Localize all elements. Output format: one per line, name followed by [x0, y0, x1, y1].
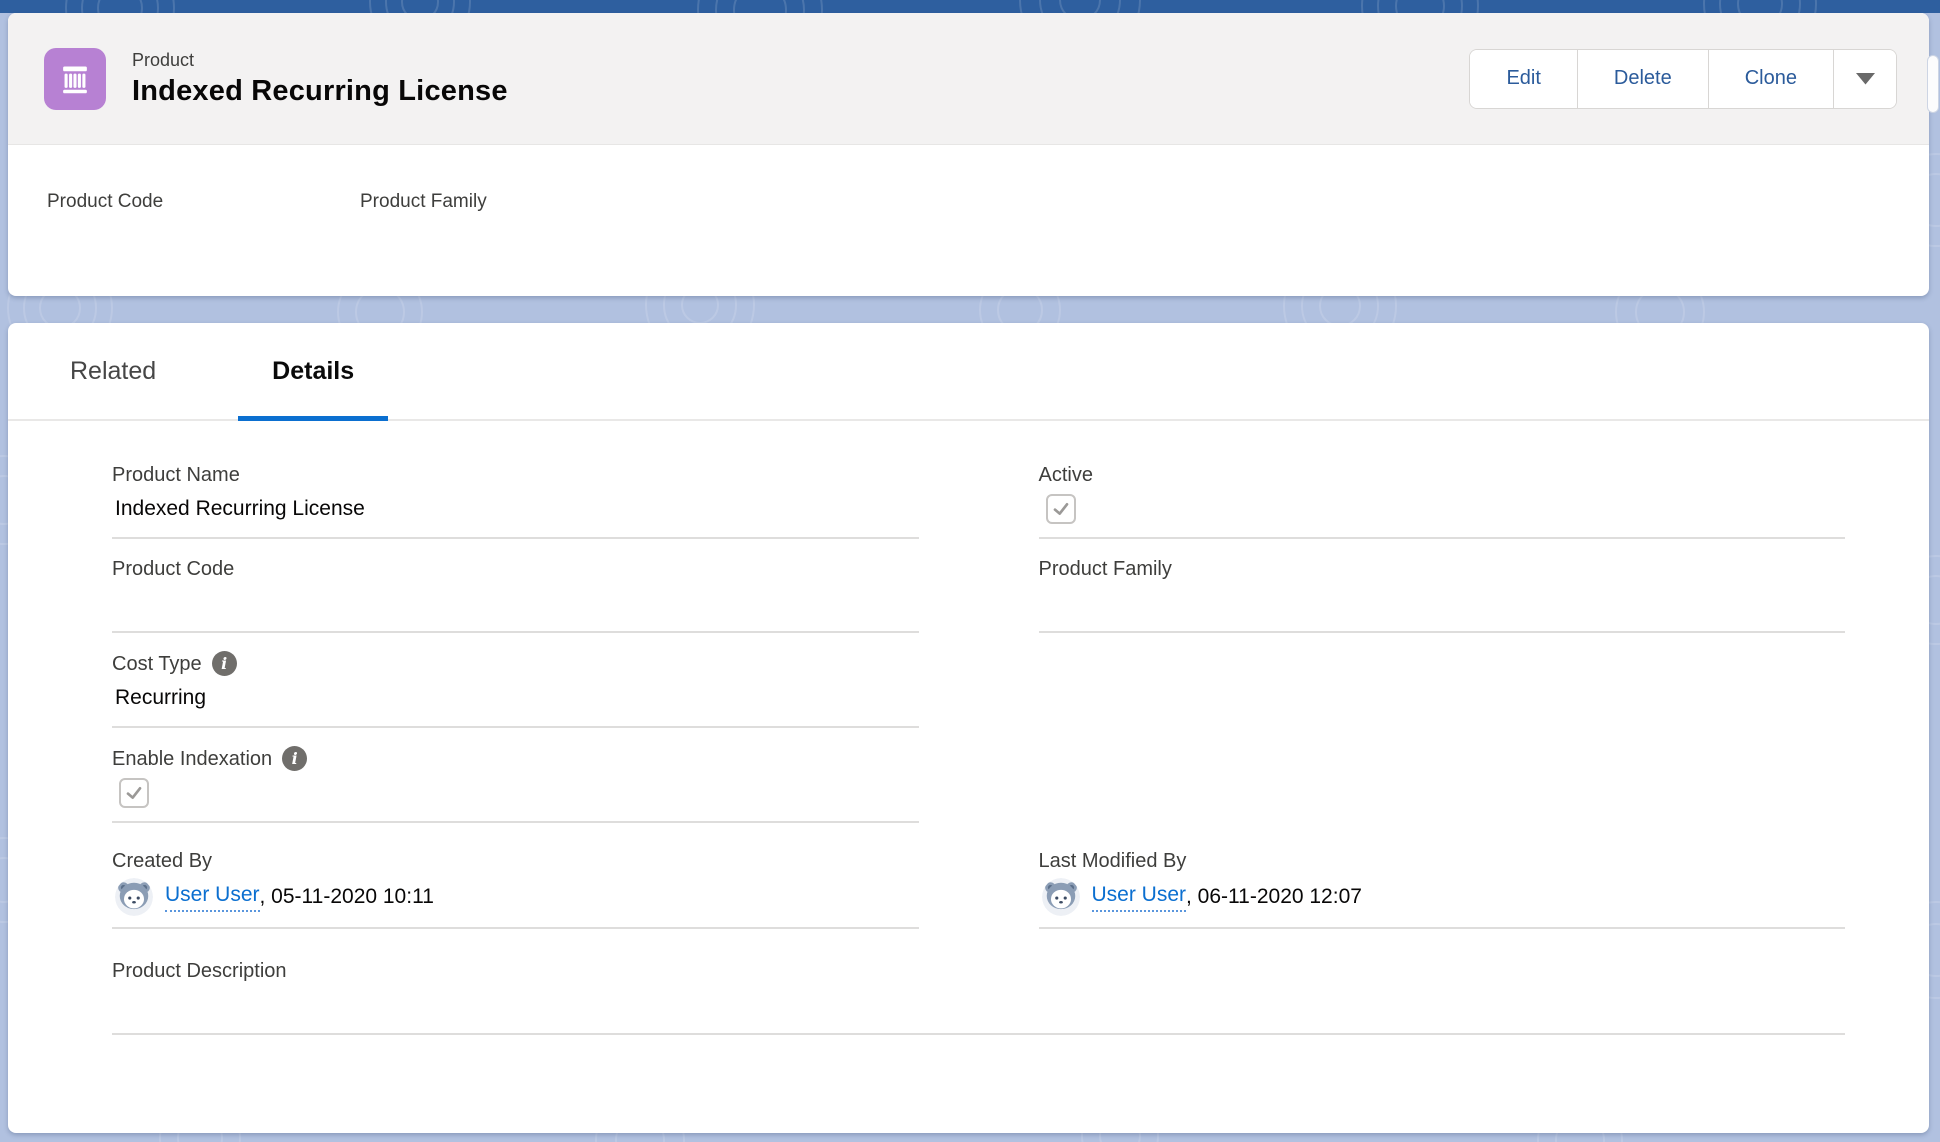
- field-label: Last Modified By: [1039, 849, 1846, 873]
- entity-label: Product: [132, 49, 508, 71]
- created-datetime: , 05-11-2020 10:11: [260, 885, 434, 909]
- field-label: Enable Indexation i: [112, 746, 919, 771]
- clone-button[interactable]: Clone: [1709, 50, 1834, 108]
- tab-details[interactable]: Details: [238, 323, 388, 419]
- tab-bar: Related Details: [8, 323, 1929, 421]
- field-product-description: Product Description: [8, 929, 1929, 1035]
- details-right-column: Active Product Family Last Modified By: [1039, 445, 1846, 929]
- field-value: [112, 581, 919, 633]
- user-avatar[interactable]: [1042, 878, 1080, 916]
- details-panel: Product Name Indexed Recurring License P…: [8, 421, 1929, 929]
- field-value: User User, 05-11-2020 10:11: [112, 873, 919, 929]
- field-value: [112, 771, 919, 823]
- delete-button[interactable]: Delete: [1578, 50, 1709, 108]
- info-icon[interactable]: i: [212, 651, 237, 676]
- field-enable-indexation: Enable Indexation i: [112, 746, 919, 823]
- info-icon[interactable]: i: [282, 746, 307, 771]
- action-button-group: Edit Delete Clone: [1469, 49, 1897, 109]
- edit-button[interactable]: Edit: [1470, 50, 1577, 108]
- field-label: Product Code: [112, 557, 919, 581]
- product-entity-icon: [44, 48, 106, 110]
- more-actions-button[interactable]: [1834, 50, 1896, 108]
- field-label: Active: [1039, 463, 1846, 487]
- field-label: Product Family: [360, 191, 673, 213]
- field-value: Recurring: [112, 676, 919, 728]
- field-label: Product Family: [1039, 557, 1846, 581]
- page-title: Indexed Recurring License: [132, 75, 508, 108]
- record-page: Product Indexed Recurring License Edit D…: [8, 13, 1929, 1133]
- field-label: Created By: [112, 849, 919, 873]
- record-detail-card: Related Details Product Name Indexed Rec…: [8, 323, 1929, 1133]
- field-created-by: Created By: [112, 849, 919, 929]
- checkbox-checked-icon: [1046, 494, 1076, 524]
- tab-related[interactable]: Related: [36, 323, 190, 419]
- product-crate-icon: [56, 60, 94, 98]
- details-left-column: Product Name Indexed Recurring License P…: [112, 445, 919, 929]
- chevron-down-icon: [1856, 73, 1875, 85]
- field-label: Product Description: [112, 959, 1845, 983]
- record-header-card: Product Indexed Recurring License Edit D…: [8, 13, 1929, 296]
- field-value: Indexed Recurring License: [112, 487, 919, 539]
- field-label: Product Name: [112, 463, 919, 487]
- field-product-code: Product Code: [112, 557, 919, 633]
- checkbox-checked-icon: [119, 778, 149, 808]
- field-label-text: Cost Type: [112, 652, 202, 676]
- record-header-top: Product Indexed Recurring License Edit D…: [8, 13, 1929, 145]
- last-modified-datetime: , 06-11-2020 12:07: [1186, 885, 1362, 909]
- last-modified-by-user-link[interactable]: User User: [1092, 883, 1187, 912]
- highlight-field-product-family: Product Family: [360, 191, 673, 213]
- field-label-text: Enable Indexation: [112, 747, 272, 771]
- field-label: Product Code: [47, 191, 360, 213]
- field-cost-type: Cost Type i Recurring: [112, 651, 919, 728]
- field-product-name: Product Name Indexed Recurring License: [112, 463, 919, 539]
- entity-text: Product Indexed Recurring License: [132, 49, 508, 108]
- highlight-field-product-code: Product Code: [47, 191, 360, 213]
- field-product-family: Product Family: [1039, 557, 1846, 633]
- field-value: [1039, 487, 1846, 539]
- created-by-user-link[interactable]: User User: [165, 883, 260, 912]
- field-active: Active: [1039, 463, 1846, 539]
- record-actions: Edit Delete Clone: [1469, 49, 1897, 109]
- page-scrollbar-thumb[interactable]: [1927, 55, 1939, 113]
- field-last-modified-by: Last Modified By: [1039, 849, 1846, 929]
- field-label: Cost Type i: [112, 651, 919, 676]
- highlights-panel: Product Code Product Family: [8, 145, 1929, 213]
- user-avatar[interactable]: [115, 878, 153, 916]
- field-value: [1039, 581, 1846, 633]
- field-value: [112, 983, 1845, 1035]
- field-value: User User, 06-11-2020 12:07: [1039, 873, 1846, 929]
